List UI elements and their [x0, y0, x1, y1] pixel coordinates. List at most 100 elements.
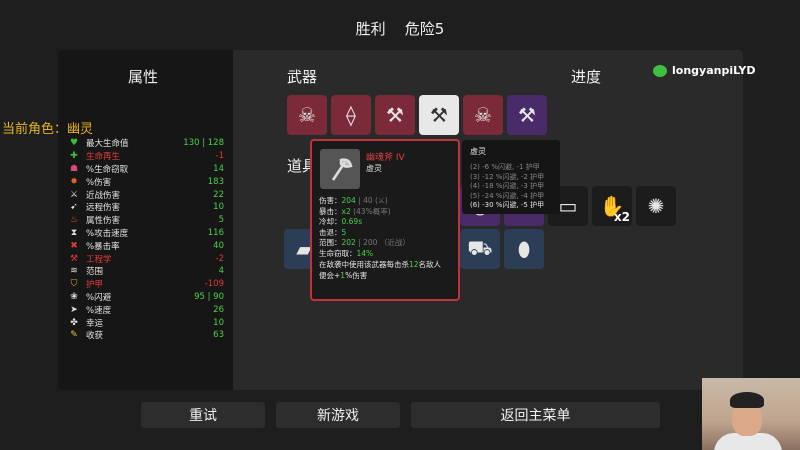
set-bonus-line: (3) -12 %闪避, -2 护甲 [470, 172, 545, 181]
stat-name: 范围 [86, 267, 104, 278]
egg-item-icon: ⬮ [517, 237, 531, 261]
heart-icon: ♥ [69, 138, 79, 149]
stat-row: ♨ 属性伤害 5 [68, 214, 224, 227]
ghost-flint-icon: ⟠ [346, 103, 356, 127]
ghost-axe-icon: ⚒ [430, 103, 448, 127]
stat-row: ✸ %伤害 183 [68, 175, 224, 188]
progress-section-title: 进度 [571, 68, 602, 86]
stat-value: 40 [213, 240, 224, 251]
weapons-row: ☠ ⟠ ⚒ ⚒ ☠ ⚒ [287, 95, 547, 135]
stat-name: 最大生命值 [86, 139, 129, 150]
stat-name: 幸运 [86, 318, 104, 329]
crit-icon: ✖ [70, 240, 78, 251]
tooltip-desc-text: 在敌袭中使用该武器每击杀 [319, 260, 409, 269]
inventory-slot[interactable]: ⬮ [504, 229, 544, 269]
tooltip-stat-extra: (43%概率) [350, 206, 391, 216]
stat-name: %暴击率 [86, 241, 120, 252]
range-icon: ≋ [70, 266, 78, 277]
inventory-slot[interactable]: ⚒ [375, 95, 415, 135]
ghost-axe-icon: ⚒ [386, 103, 404, 127]
armor-icon: ⛉ [70, 279, 78, 290]
stat-name: 远程伤害 [86, 203, 121, 214]
tooltip-weapon-name: 幽魂斧 IV [366, 153, 405, 163]
tooltip-stat-label: 冷却： [319, 217, 342, 227]
tooltip-stat-label: 伤害： [319, 196, 342, 205]
inventory-slot[interactable]: ⚒ [507, 95, 547, 135]
stat-name: 生命再生 [86, 152, 121, 163]
stat-row: ❀ %闪避 95 | 90 [68, 291, 224, 304]
tooltip-stat-value: 204 [341, 196, 356, 205]
stat-value: 130 | 128 [183, 138, 224, 149]
tooltip-stat-line: 冷却：0.69s [319, 217, 410, 228]
dodge-icon: ❀ [70, 291, 78, 302]
stat-name: %闪避 [86, 292, 112, 303]
main-menu-button[interactable]: 返回主菜单 [411, 402, 660, 428]
stat-row: ⚔ 近战伤害 22 [68, 188, 224, 201]
stat-row: ✖ %暴击率 40 [68, 239, 224, 252]
inventory-slot[interactable]: ☠ [463, 95, 503, 135]
ghost-axe-icon: ⚒ [518, 103, 536, 127]
stat-name: 属性伤害 [86, 216, 121, 227]
current-character-label: 当前角色： [2, 122, 68, 137]
inventory-slot[interactable]: ✺ [636, 186, 676, 226]
stat-row: ♥ 最大生命值 130 | 128 [68, 137, 224, 150]
tooltip-stat-line: 范围：202 | 200 （近战） [319, 238, 410, 249]
ghost-axe-icon: ☠ [298, 103, 316, 127]
inventory-slot[interactable]: ✋ x2 [592, 186, 632, 226]
wechat-icon [653, 64, 667, 77]
tooltip-stat-value: 5 [341, 227, 347, 237]
tooltip-stat-label: 暴击： [319, 206, 342, 216]
tooltip-stat-extra: | 40 (⚔) [355, 196, 388, 205]
stat-name: %伤害 [86, 177, 112, 188]
inventory-slot[interactable]: ⚒ [419, 95, 459, 135]
item-count: x2 [613, 210, 630, 224]
stat-value: 95 | 90 [194, 291, 224, 302]
stat-value: -1 [215, 151, 224, 162]
inventory-slot[interactable]: ⛟ [460, 229, 500, 269]
melee-icon: ⚔ [69, 189, 79, 200]
stat-name: 护甲 [86, 280, 104, 291]
coupon-item-icon: ▭ [558, 194, 578, 218]
tooltip-stat-value: 14% [356, 248, 374, 258]
result-title: 胜利 [355, 20, 386, 38]
stat-row: ✎ 收获 63 [68, 329, 224, 342]
stat-name: 收获 [86, 331, 104, 342]
tooltip-stat-line: 生命窃取：14% [319, 249, 410, 260]
streamer-webcam [702, 378, 800, 450]
inventory-slot[interactable]: ⟠ [331, 95, 371, 135]
inventory-slot[interactable]: ☠ [287, 95, 327, 135]
stat-value: 10 [213, 202, 224, 213]
stat-value: 26 [213, 304, 224, 315]
new-game-button[interactable]: 新游戏 [276, 402, 400, 428]
retry-button[interactable]: 重试 [141, 402, 265, 428]
ghost-axe-icon: ☠ [474, 103, 492, 127]
stat-value: 4 [218, 266, 224, 277]
stat-row: ✚ 生命再生 -1 [68, 150, 224, 163]
stat-value: 116 [207, 227, 224, 238]
tooltip-stat-label: 生命窃取： [319, 248, 357, 258]
tooltip-weapon-type: 虚灵 [366, 164, 382, 173]
set-bonus-title: 虚灵 [470, 147, 486, 156]
current-character: 当前角色：幽灵 [2, 118, 93, 137]
cart-item-icon: ⛟ [467, 235, 493, 260]
harvest-icon: ✎ [70, 330, 78, 341]
hedgehog-item-icon: ✺ [647, 194, 665, 218]
tooltip-desc-text: 便会+ [319, 270, 341, 280]
set-bonus-line: (6) -30 %闪避, -5 护甲 [470, 201, 545, 209]
stat-row: ⛉ 护甲 -109 [68, 278, 224, 291]
stats-section-title: 属性 [128, 68, 159, 86]
attack-speed-icon: ⧗ [70, 227, 78, 238]
tooltip-stat-line: 击退：5 [319, 228, 410, 239]
tooltip-weapon-icon [320, 149, 360, 189]
stat-value: 183 [207, 176, 224, 187]
damage-icon: ✸ [70, 176, 78, 187]
set-bonus-line: (2) -6 %闪避, -1 护甲 [470, 163, 540, 171]
tooltip-stat-value: x2 [341, 206, 351, 216]
tooltip-stat-line: 伤害：204 | 40 (⚔) [319, 196, 410, 207]
stat-row: ➤ %速度 26 [68, 303, 224, 316]
stat-name: %攻击速度 [86, 228, 129, 239]
set-bonus-line: (4) -18 %闪避, -3 护甲 [470, 182, 545, 190]
stat-name: 近战伤害 [86, 190, 121, 201]
stat-value: 22 [213, 189, 224, 200]
engineering-icon: ⚒ [69, 253, 79, 264]
